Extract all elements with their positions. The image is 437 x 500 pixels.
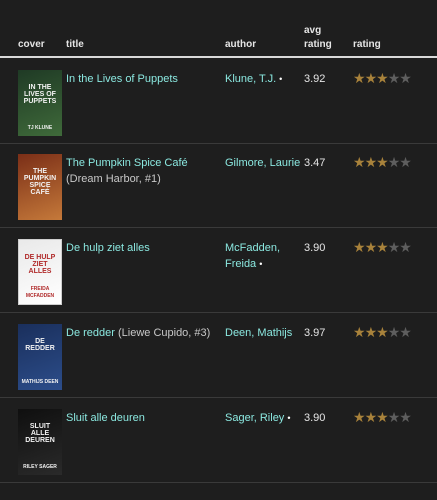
book-cover[interactable]: SLUIT ALLE DEUREN RILEY SAGER xyxy=(18,409,62,475)
cover-author-text: RILEY SAGER xyxy=(23,464,57,470)
avg-rating: 3.90 xyxy=(304,242,326,254)
book-title-cell: De hulp ziet alles xyxy=(66,240,221,256)
book-title-link[interactable]: De redder xyxy=(66,327,115,339)
book-title-link[interactable]: The Pumpkin Spice Café xyxy=(66,157,188,169)
book-cover[interactable]: IN THE LIVES OF PUPPETS TJ KLUNE xyxy=(18,70,62,136)
cover-author-text: TJ KLUNE xyxy=(27,125,53,131)
star-icon[interactable]: ★ xyxy=(399,239,412,255)
star-icon[interactable]: ★ xyxy=(388,239,401,255)
book-cover[interactable]: THE PUMPKIN SPICE CAFÉ xyxy=(18,154,62,220)
author-dot: • xyxy=(287,413,291,423)
cover-title-text: DE HULP ZIET ALLES xyxy=(24,254,56,275)
avg-rating: 3.92 xyxy=(304,73,326,85)
col-avg-header-line1[interactable]: avg xyxy=(304,24,321,38)
cover-author-text: MATHIJS DEEN xyxy=(21,379,59,385)
star-icon[interactable]: ★ xyxy=(376,154,389,170)
star-icon[interactable]: ★ xyxy=(353,70,366,86)
col-rating-header[interactable]: rating xyxy=(353,38,381,52)
cover-title-text: IN THE LIVES OF PUPPETS xyxy=(23,84,57,105)
star-icon[interactable]: ★ xyxy=(376,70,389,86)
star-icon[interactable]: ★ xyxy=(399,70,412,86)
author-link[interactable]: Klune, T.J. xyxy=(225,73,276,85)
star-icon[interactable]: ★ xyxy=(376,324,389,340)
avg-rating: 3.47 xyxy=(304,157,326,169)
star-rating[interactable]: ★★★★★ xyxy=(353,324,412,340)
star-icon[interactable]: ★ xyxy=(376,409,389,425)
star-icon[interactable]: ★ xyxy=(365,239,378,255)
star-icon[interactable]: ★ xyxy=(365,154,378,170)
author-cell: Sager, Riley • xyxy=(225,410,301,426)
author-cell: Deen, Mathijs xyxy=(225,325,301,341)
star-icon[interactable]: ★ xyxy=(388,154,401,170)
author-link[interactable]: Sager, Riley xyxy=(225,412,284,424)
star-icon[interactable]: ★ xyxy=(376,239,389,255)
book-title-cell: De redder (Liewe Cupido, #3) xyxy=(66,325,221,341)
book-cover[interactable]: DE REDDER MATHIJS DEEN xyxy=(18,324,62,390)
star-rating[interactable]: ★★★★★ xyxy=(353,409,412,425)
table-row: DE HULP ZIET ALLES FREIDA MCFADDEN De hulp… xyxy=(0,229,437,313)
col-title-header[interactable]: title xyxy=(66,38,84,52)
author-link[interactable]: Deen, Mathijs xyxy=(225,327,292,339)
author-cell: Klune, T.J. • xyxy=(225,71,301,87)
book-series: (Dream Harbor, #1) xyxy=(66,173,161,185)
author-link[interactable]: McFadden, Freida xyxy=(225,242,280,270)
star-icon[interactable]: ★ xyxy=(399,409,412,425)
star-icon[interactable]: ★ xyxy=(365,409,378,425)
cover-title-text: DE REDDER xyxy=(25,338,55,352)
col-cover-header[interactable]: cover xyxy=(18,38,45,52)
table-header: cover title author avg rating rating xyxy=(0,0,437,58)
cover-author-text: FREIDA MCFADDEN xyxy=(25,286,55,299)
table-row: THE PUMPKIN SPICE CAFÉ The Pumpkin Spice … xyxy=(0,144,437,228)
star-icon[interactable]: ★ xyxy=(353,324,366,340)
star-icon[interactable]: ★ xyxy=(388,409,401,425)
book-title-link[interactable]: De hulp ziet alles xyxy=(66,242,150,254)
star-icon[interactable]: ★ xyxy=(365,324,378,340)
star-icon[interactable]: ★ xyxy=(388,324,401,340)
star-rating[interactable]: ★★★★★ xyxy=(353,70,412,86)
col-author-header[interactable]: author xyxy=(225,38,256,52)
author-dot: • xyxy=(259,259,263,269)
book-title-cell: The Pumpkin Spice Café (Dream Harbor, #1… xyxy=(66,155,221,187)
book-series: (Liewe Cupido, #3) xyxy=(117,327,211,339)
table-row: DE REDDER MATHIJS DEEN De redder (Liewe Cu… xyxy=(0,314,437,398)
star-icon[interactable]: ★ xyxy=(388,70,401,86)
author-cell: Gilmore, Laurie xyxy=(225,155,301,171)
cover-title-text: THE PUMPKIN SPICE CAFÉ xyxy=(23,168,57,196)
book-title-link[interactable]: Sluit alle deuren xyxy=(66,412,145,424)
avg-rating: 3.97 xyxy=(304,327,326,339)
avg-rating: 3.90 xyxy=(304,412,326,424)
star-icon[interactable]: ★ xyxy=(353,154,366,170)
author-link[interactable]: Gilmore, Laurie xyxy=(225,157,300,169)
star-icon[interactable]: ★ xyxy=(353,409,366,425)
book-title-cell: In the Lives of Puppets xyxy=(66,71,221,87)
table-row: IN THE LIVES OF PUPPETS TJ KLUNE In the Li… xyxy=(0,60,437,144)
star-icon[interactable]: ★ xyxy=(399,324,412,340)
col-avg-header-line2[interactable]: rating xyxy=(304,38,332,52)
star-icon[interactable]: ★ xyxy=(353,239,366,255)
author-dot: • xyxy=(279,74,283,84)
star-icon[interactable]: ★ xyxy=(365,70,378,86)
table-row: SLUIT ALLE DEUREN RILEY SAGER Sluit alle d… xyxy=(0,399,437,483)
star-icon[interactable]: ★ xyxy=(399,154,412,170)
cover-title-text: SLUIT ALLE DEUREN xyxy=(25,423,55,444)
book-cover[interactable]: DE HULP ZIET ALLES FREIDA MCFADDEN xyxy=(18,239,62,305)
star-rating[interactable]: ★★★★★ xyxy=(353,154,412,170)
book-title-cell: Sluit alle deuren xyxy=(66,410,221,426)
author-cell: McFadden, Freida • xyxy=(225,240,301,272)
star-rating[interactable]: ★★★★★ xyxy=(353,239,412,255)
book-title-link[interactable]: In the Lives of Puppets xyxy=(66,73,178,85)
